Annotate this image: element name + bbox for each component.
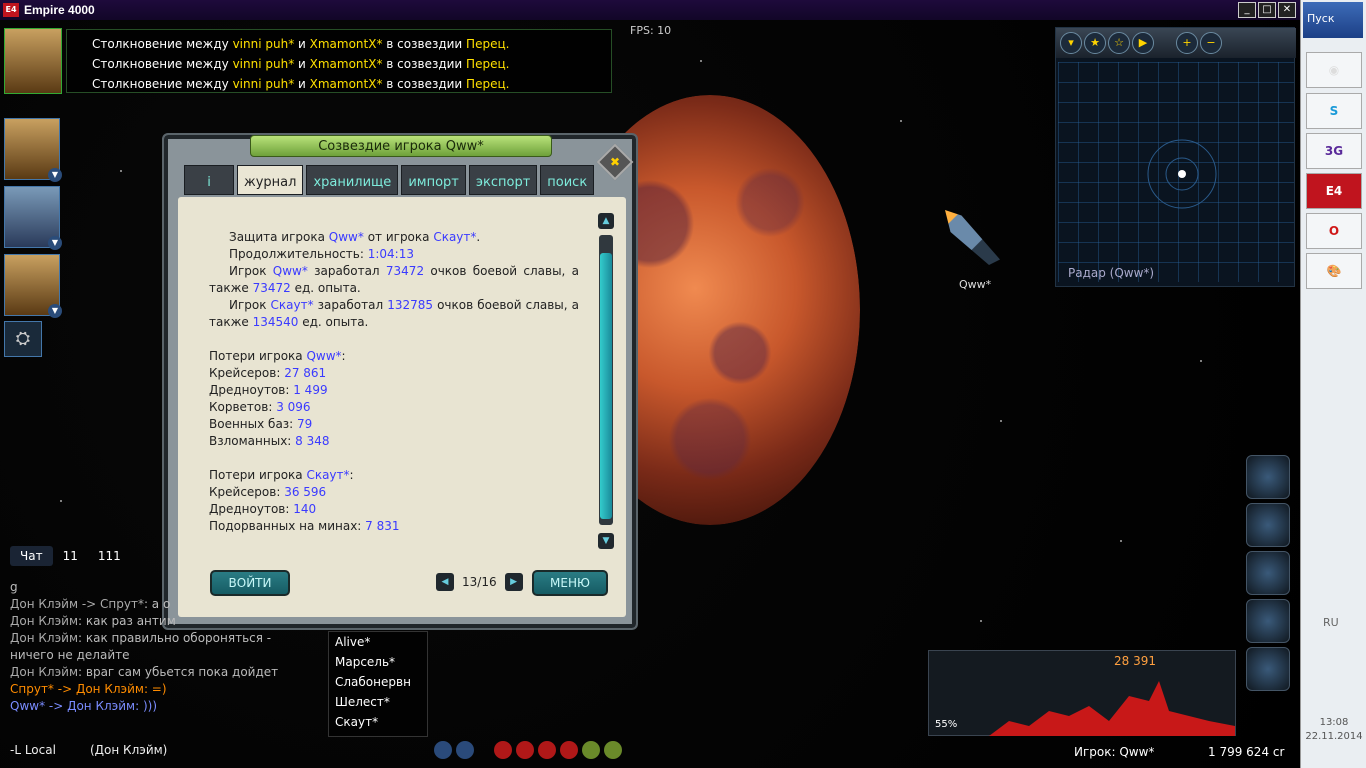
chat-line: g <box>10 580 18 594</box>
journal-content: Защита игрока Qww* от игрока Скаут*. Про… <box>178 197 626 617</box>
chat-nick-select[interactable]: (Дон Клэйм) <box>90 743 167 757</box>
star-outline-icon[interactable]: ☆ <box>1108 32 1130 54</box>
avatar-2[interactable]: ▼ <box>4 186 62 250</box>
nav-right-icon[interactable] <box>456 741 474 759</box>
player-avatar[interactable] <box>4 28 62 94</box>
zoom-in-icon[interactable]: + <box>1176 32 1198 54</box>
avatar-1[interactable]: ▼ <box>4 118 62 182</box>
nav-left-icon[interactable] <box>434 741 452 759</box>
journal-text: Защита игрока Qww* от игрока Скаут*. Про… <box>209 230 580 533</box>
prev-page-icon[interactable]: ◀ <box>436 573 454 591</box>
avatar-3[interactable]: ▼ <box>4 254 62 318</box>
news-line: Столкновение между vinni puh* и XmamontX… <box>92 77 510 91</box>
close-window-button[interactable]: ✕ <box>1278 2 1296 18</box>
player-list: Alive* Марсель* Слабонервн Шелест* Скаут… <box>328 631 428 737</box>
chat-line: Дон Клэйм: как раз антим <box>10 614 176 628</box>
fps-counter: FPS: 10 <box>630 24 672 37</box>
chat-line: Дон Клэйм: как правильно обороняться - н… <box>10 631 272 662</box>
chat-line: Дон Клэйм -> Спрут*: а о <box>10 597 171 611</box>
scroll-down-icon[interactable]: ▼ <box>598 533 614 549</box>
page-indicator: 13/16 <box>462 575 497 589</box>
next-page-icon[interactable]: ▶ <box>504 573 523 591</box>
chat-line: Qww* -> Дон Клэйм: ))) <box>10 699 157 713</box>
ship-avatar-icon[interactable]: ⛭ <box>4 321 42 357</box>
player-list-item[interactable]: Скаут* <box>335 712 427 732</box>
fleet-menu-icon[interactable] <box>1246 455 1290 499</box>
system-clock[interactable]: 13:08 22.11.2014 <box>1301 716 1366 744</box>
status-icon[interactable] <box>604 741 622 759</box>
alert-icon[interactable] <box>560 741 578 759</box>
app-logo-icon: E4 <box>3 3 19 17</box>
player-list-item[interactable]: Шелест* <box>335 692 427 712</box>
journal-scrollbar[interactable]: ▲ ▼ <box>598 213 614 553</box>
news-feed: Столкновение между vinni puh* и XmamontX… <box>66 29 612 93</box>
language-indicator[interactable]: RU <box>1323 616 1339 629</box>
close-icon[interactable]: ✖ <box>596 143 634 181</box>
player-list-item[interactable]: Марсель* <box>335 652 427 672</box>
radar-menu-icon[interactable]: ▾ <box>1060 32 1082 54</box>
skype-icon[interactable]: S <box>1306 93 1362 129</box>
chat-tab-main[interactable]: Чат <box>10 546 53 566</box>
player-status: Игрок: Qww* <box>1074 745 1155 759</box>
chat-line: Дон Клэйм: враг сам убьется пока дойдет <box>10 665 279 679</box>
tab-search[interactable]: поиск <box>540 165 595 195</box>
status-icon[interactable] <box>582 741 600 759</box>
scroll-thumb[interactable] <box>600 253 612 519</box>
menu-button[interactable]: МЕНЮ <box>532 570 608 596</box>
alert-icon[interactable] <box>538 741 556 759</box>
maximize-button[interactable]: □ <box>1258 2 1276 18</box>
fleet-count: 28 391 <box>1114 654 1156 668</box>
chat-tab-111[interactable]: 111 <box>88 546 131 566</box>
zoom-out-icon[interactable]: − <box>1200 32 1222 54</box>
fleet-panel[interactable]: 28 391 55% <box>928 650 1236 736</box>
radar-panel[interactable]: ▾ ★ ☆ ▶ + − Радар (Qww*) <box>1055 27 1296 287</box>
window-title: Empire 4000 <box>24 3 95 17</box>
alert-icon[interactable] <box>494 741 512 759</box>
research-menu-icon[interactable] <box>1246 503 1290 547</box>
minimize-button[interactable]: _ <box>1238 2 1256 18</box>
alert-icon[interactable] <box>516 741 534 759</box>
play-icon[interactable]: ▶ <box>1132 32 1154 54</box>
stats-menu-icon[interactable] <box>1246 647 1290 691</box>
chat-log: g Дон Клэйм -> Спрут*: а о Дон Клэйм: ка… <box>10 579 300 715</box>
resources-menu-icon[interactable] <box>1246 551 1290 595</box>
fleet-percent: 55% <box>935 719 958 730</box>
star-icon[interactable]: ★ <box>1084 32 1106 54</box>
tab-journal[interactable]: журнал <box>237 165 304 195</box>
scroll-up-icon[interactable]: ▲ <box>598 213 614 229</box>
paint-icon[interactable]: 🎨 <box>1306 253 1362 289</box>
start-button[interactable]: Пуск <box>1303 2 1363 38</box>
alliance-menu-icon[interactable] <box>1246 599 1290 643</box>
credits: 1 799 624 cr <box>1208 745 1285 759</box>
radar-label: Радар (Qww*) <box>1068 266 1155 280</box>
chat-channel-select[interactable]: -L Local <box>10 743 56 757</box>
windows-taskbar: Пуск ◉ S 3G E4 O 🎨 RU 13:08 22.11.2014 <box>1300 0 1366 768</box>
news-line: Столкновение между vinni puh* и XmamontX… <box>92 57 510 71</box>
webcam-icon[interactable]: ◉ <box>1306 52 1362 88</box>
chevron-down-icon[interactable]: ▼ <box>48 236 62 250</box>
tab-import[interactable]: импорт <box>401 165 466 195</box>
news-line: Столкновение между vinni puh* и XmamontX… <box>92 37 510 51</box>
chat-tab-11[interactable]: 11 <box>53 546 88 566</box>
tab-info[interactable]: i <box>184 165 234 195</box>
chevron-down-icon[interactable]: ▼ <box>48 168 62 182</box>
tab-export[interactable]: экспорт <box>468 165 538 195</box>
chevron-down-icon[interactable]: ▼ <box>48 304 62 318</box>
modem-icon[interactable]: 3G <box>1306 133 1362 169</box>
dialog-title: Созвездие игрока Qww* <box>250 135 552 157</box>
player-list-item[interactable]: Слабонервн <box>335 672 427 692</box>
opera-icon[interactable]: O <box>1306 213 1362 249</box>
ship-label: Qww* <box>959 278 992 291</box>
chat-line: Спрут* -> Дон Клэйм: =) <box>10 682 167 696</box>
window-titlebar: E4 Empire 4000 _ □ ✕ <box>0 0 1300 20</box>
player-list-item[interactable]: Alive* <box>335 632 427 652</box>
constellation-dialog: Созвездие игрока Qww* ✖ i журнал хранили… <box>162 133 638 630</box>
empire-icon[interactable]: E4 <box>1306 173 1362 209</box>
tab-storage[interactable]: хранилище <box>306 165 399 195</box>
